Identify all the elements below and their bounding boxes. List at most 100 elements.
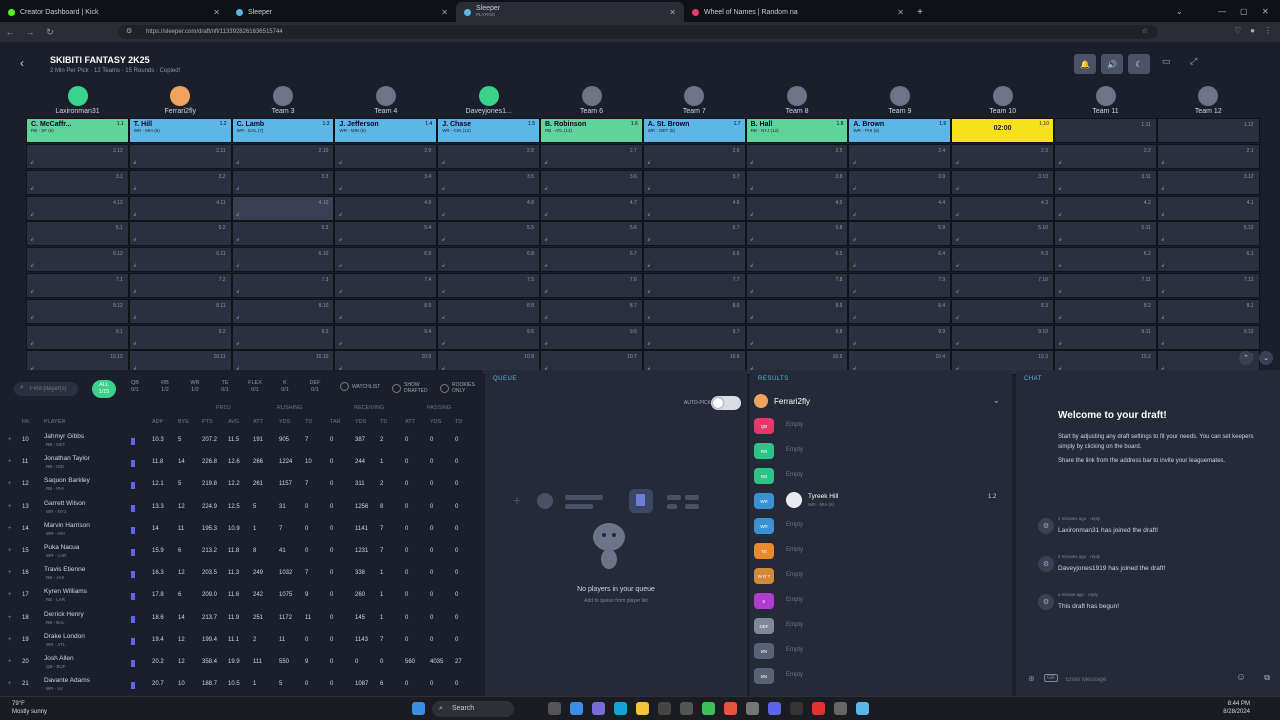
player-row[interactable]: +15 Puka Nacua WR - LAR 15.9 6 213.2 11.8 8 41 0 0…	[0, 541, 483, 563]
browser-tab-sleeper-active[interactable]: Sleeper PLAYING ✕	[456, 2, 684, 22]
draft-cell[interactable]: 5.7 ↲	[642, 221, 746, 247]
draft-cell[interactable]: 4.2 ↲	[1054, 195, 1157, 221]
player-name[interactable]: Josh Allen	[44, 655, 74, 662]
bookmark-star-icon[interactable]: ☆	[1142, 25, 1148, 39]
player-row[interactable]: +18 Derrick Henry RB - BAL 18.6 14 213.7 11.9 2…	[0, 608, 483, 630]
add-to-queue-icon[interactable]: +	[8, 526, 12, 532]
draft-cell[interactable]: 2.12 ↲	[26, 144, 129, 169]
reload-icon[interactable]: ↻	[40, 27, 60, 38]
player-name[interactable]: Kyren Williams	[44, 588, 87, 595]
results-team-selector[interactable]: Ferrari2fly ⌄	[754, 392, 1004, 410]
add-to-queue-icon[interactable]: +	[8, 548, 12, 554]
column-header[interactable]: BYE	[178, 419, 189, 425]
dark-mode-button[interactable]: ☾	[1128, 54, 1150, 74]
add-to-queue-icon[interactable]: +	[8, 659, 12, 665]
draft-cell[interactable]: 4.11 ↲	[128, 195, 232, 221]
column-header[interactable]: RK	[22, 419, 30, 425]
browser-icon[interactable]	[614, 702, 627, 715]
team-header[interactable]: Daveyjones1...	[437, 86, 540, 118]
draft-cell[interactable]: 8.5 ↲	[745, 298, 849, 324]
weather-widget[interactable]: 79°F Mostly sunny	[12, 700, 47, 716]
x-icon[interactable]	[790, 702, 803, 715]
draft-cell[interactable]: 9.2 ↲	[128, 324, 232, 350]
draft-cell[interactable]: 6.11 ↲	[128, 247, 232, 273]
draft-cell[interactable]: 9.5 ↲	[437, 324, 540, 350]
chevron-down-icon[interactable]: ⌄	[992, 395, 1000, 406]
monitor-icon[interactable]: ▭	[1162, 56, 1171, 67]
column-header[interactable]: ATT	[253, 419, 263, 425]
add-to-queue-icon[interactable]: +	[8, 504, 12, 510]
windows-start-icon[interactable]	[412, 702, 425, 715]
draft-cell[interactable]: 2.10 ↲	[231, 144, 335, 169]
draft-cell[interactable]: 8.9 ↲	[334, 298, 438, 324]
draft-cell[interactable]: 6.7 ↲	[540, 247, 643, 273]
draft-pick-cell[interactable]: B. Robinson RB - ATL (12) 1.6	[540, 118, 643, 143]
draft-cell[interactable]: 5.4 ↲	[334, 221, 438, 247]
back-icon[interactable]: ←	[0, 27, 20, 37]
draft-cell[interactable]: 5.8 ↲	[745, 221, 849, 247]
menu-dots-icon[interactable]: ⋮	[1264, 26, 1272, 35]
column-header[interactable]: TAR	[330, 419, 341, 425]
news-icon[interactable]	[131, 438, 135, 445]
column-header[interactable]: PTS	[202, 419, 213, 425]
team-header[interactable]: Team 7	[643, 86, 746, 118]
draft-pick-cell[interactable]: A. Brown WR - PHI (5) 1.9	[848, 118, 952, 143]
draft-cell[interactable]: 3.7 ↲	[642, 169, 746, 195]
close-icon[interactable]: ✕	[897, 8, 904, 17]
draft-cell[interactable]: 5.6 ↲	[540, 221, 643, 247]
news-icon[interactable]	[131, 593, 135, 601]
draft-cell[interactable]: 7.3 ↲	[231, 273, 335, 298]
teams-icon[interactable]	[592, 702, 605, 715]
roster-slot[interactable]: RB Empty	[754, 440, 1004, 462]
draft-cell[interactable]: 7.12 ↲	[1156, 273, 1260, 298]
position-filter-qb[interactable]: QB 0/1	[123, 380, 147, 394]
draft-cell[interactable]: 9.7 ↲	[642, 324, 746, 350]
roster-slot[interactable]: QB Empty	[754, 415, 1004, 437]
news-icon[interactable]	[131, 571, 135, 579]
draft-cell[interactable]: 2.6 ↲	[642, 144, 746, 169]
close-icon[interactable]: ✕	[441, 8, 448, 17]
draft-cell[interactable]: 5.1 ↲	[26, 221, 129, 247]
player-name[interactable]: Garrett Wilson	[44, 500, 86, 507]
draft-cell[interactable]: 4.5 ↲	[745, 195, 849, 221]
fullscreen-icon[interactable]: ⤢	[1190, 56, 1197, 67]
draft-pick-cell[interactable]: B. Hall RB - NYJ (12) 1.8	[745, 118, 849, 143]
news-icon[interactable]	[131, 660, 135, 667]
emoji-icon[interactable]: ☺	[1236, 672, 1246, 683]
roster-slot[interactable]: BN Empty	[754, 665, 1004, 687]
position-filter-k[interactable]: K 0/1	[273, 380, 297, 394]
draft-pick-cell[interactable]: C. Lamb WR - DAL (7) 1.3	[231, 118, 335, 143]
player-name[interactable]: Drake London	[44, 633, 85, 640]
draft-cell[interactable]: 3.2 ↲	[128, 169, 232, 195]
draft-cell[interactable]: 4.1 ↲	[1156, 195, 1260, 221]
watchlist-checkbox[interactable]: WATCHLIST	[340, 382, 380, 391]
team-header[interactable]: Team 10	[951, 86, 1054, 118]
draft-cell[interactable]: 6.2 ↲	[1054, 247, 1157, 273]
app-icon[interactable]	[856, 702, 869, 715]
draft-cell[interactable]: 3.9 ↲	[848, 169, 952, 195]
url-field[interactable]: ⚙ https://sleeper.com/draft/nfl/113392826…	[118, 25, 1158, 39]
draft-cell[interactable]: 5.3 ↲	[231, 221, 335, 247]
discord-icon[interactable]	[768, 702, 781, 715]
draft-cell[interactable]: 9.8 ↲	[745, 324, 849, 350]
draft-cell[interactable]: 3.6 ↲	[540, 169, 643, 195]
roster-slot[interactable]: WR Empty	[754, 515, 1004, 537]
player-name[interactable]: Puka Nacua	[44, 544, 79, 551]
draft-cell[interactable]: 8.10 ↲	[231, 298, 335, 324]
player-row[interactable]: +11 Jonathan Taylor RB - IND 11.8 14 226.8 12.…	[0, 452, 483, 474]
draft-cell[interactable]: 9.1 ↲	[26, 324, 129, 350]
player-row[interactable]: +10 Jahmyr Gibbs RB - DET 10.3 5 207.2 11.5 191…	[0, 430, 483, 452]
draft-cell[interactable]: 2.3 ↲	[951, 144, 1054, 169]
draft-cell[interactable]: 1.11	[1054, 118, 1157, 143]
position-filter-te[interactable]: TE 0/1	[213, 380, 237, 394]
draft-cell[interactable]: 4.12 ↲	[26, 195, 129, 221]
draft-cell[interactable]: 5.10 ↲	[951, 221, 1054, 247]
player-name[interactable]: Saquon Barkley	[44, 477, 90, 484]
draft-cell[interactable]: 6.5 ↲	[745, 247, 849, 273]
show-drafted-checkbox[interactable]: SHOW DRAFTED	[392, 382, 432, 394]
draft-pick-cell[interactable]: J. Chase WR - CIN (12) 1.5	[437, 118, 540, 143]
roster-slot[interactable]: BN Empty	[754, 640, 1004, 662]
draft-cell[interactable]: 6.8 ↲	[437, 247, 540, 273]
player-name[interactable]: Jahmyr Gibbs	[44, 433, 84, 440]
draft-cell[interactable]: 2.7 ↲	[540, 144, 643, 169]
